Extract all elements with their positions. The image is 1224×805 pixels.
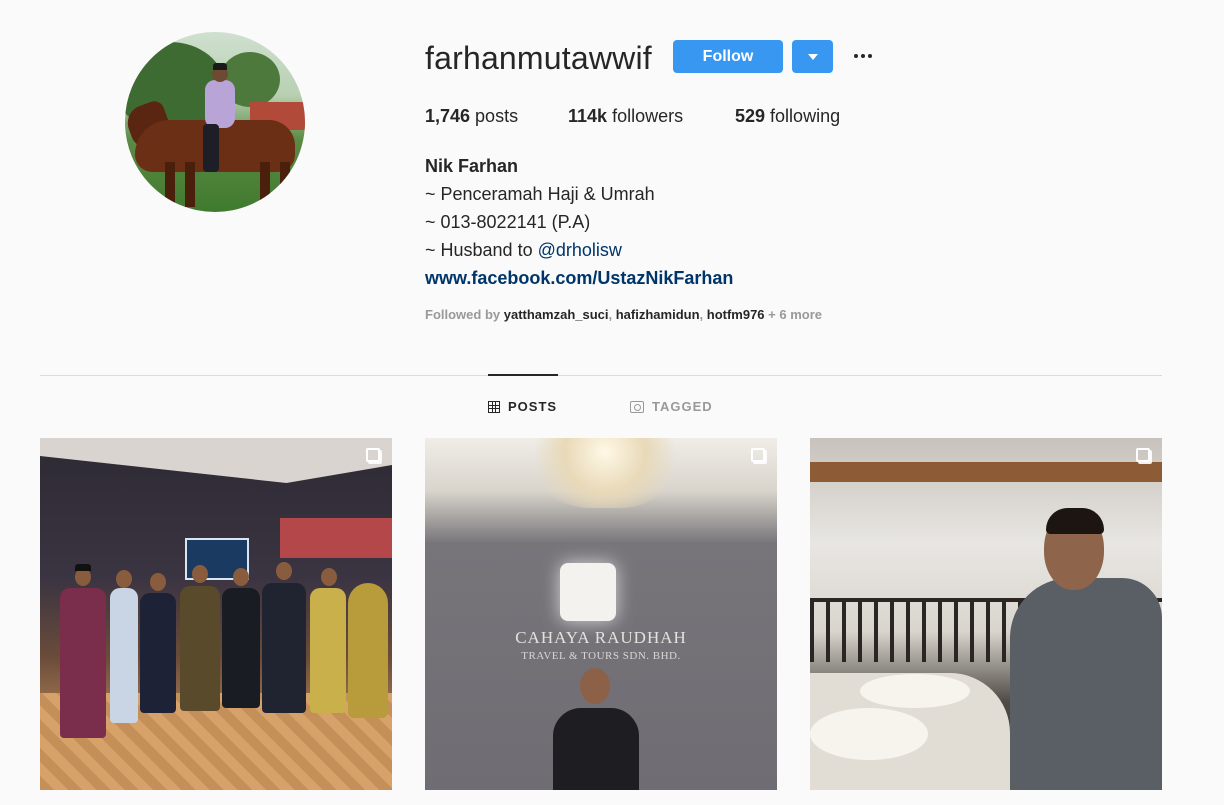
- post-image-person-head: [580, 668, 610, 704]
- followed-by[interactable]: Followed by yatthamzah_suci, hafizhamidu…: [425, 306, 822, 324]
- follow-button[interactable]: Follow: [673, 40, 783, 73]
- more-options-button[interactable]: [850, 42, 876, 70]
- post-image-person-head: [276, 562, 292, 580]
- post-image-stage: [280, 518, 392, 558]
- multiple-images-icon: [366, 448, 380, 462]
- avatar-rider-hat: [213, 63, 227, 70]
- avatar-horse-leg: [280, 162, 290, 207]
- tab-tagged[interactable]: TAGGED: [630, 399, 713, 414]
- post-image-person-hat: [75, 564, 91, 571]
- post-thumbnail[interactable]: [810, 438, 1162, 790]
- bio-mention-link[interactable]: @drholisw: [538, 240, 622, 260]
- bio-line-text: ~ Husband to: [425, 240, 538, 260]
- post-image-person: [262, 583, 306, 713]
- following-link[interactable]: 529 following: [735, 104, 840, 128]
- post-image-plate: [860, 674, 970, 708]
- avatar-horse-leg: [185, 162, 195, 207]
- more-dot-icon: [868, 54, 872, 58]
- post-image-person-head: [192, 565, 208, 583]
- post-image-person-head: [233, 568, 249, 586]
- avatar-horse-leg: [260, 162, 270, 207]
- post-image-person: [310, 588, 346, 713]
- profile-username: farhanmutawwif: [425, 40, 652, 76]
- following-count-value: 529: [735, 106, 766, 126]
- post-image-person: [140, 593, 176, 713]
- grid-icon: [488, 400, 500, 413]
- profile-website-link[interactable]: www.facebook.com/UstazNikFarhan: [425, 264, 733, 292]
- more-dot-icon: [854, 54, 858, 58]
- active-tab-indicator: [488, 374, 558, 376]
- posts-count: 1,746 posts: [425, 104, 518, 128]
- bio-line: ~ Penceramah Haji & Umrah: [425, 184, 655, 204]
- followed-by-user: yatthamzah_suci: [503, 307, 609, 322]
- post-image-plate: [810, 708, 928, 760]
- followers-count-label: followers: [607, 106, 684, 126]
- profile-full-name: Nik Farhan: [425, 156, 519, 176]
- post-image-person: [553, 708, 639, 790]
- post-image-sign-text: CAHAYA RAUDHAH: [515, 628, 687, 647]
- post-image-person: [110, 588, 138, 723]
- followed-by-prefix: Followed by: [425, 307, 504, 322]
- followed-by-user: hafizhamidun: [615, 307, 700, 322]
- post-image-person: [348, 583, 388, 718]
- post-image-ceiling: [40, 438, 392, 483]
- posts-count-label: posts: [470, 106, 519, 126]
- more-dot-icon: [861, 54, 865, 58]
- tab-posts-label: POSTS: [508, 399, 558, 414]
- followers-link[interactable]: 114k followers: [568, 104, 683, 128]
- chevron-down-icon: [807, 53, 818, 60]
- posts-count-value: 1,746: [425, 106, 471, 126]
- post-image-sign-subtext: TRAVEL & TOURS SDN. BHD.: [521, 650, 681, 662]
- followers-count-value: 114k: [568, 106, 608, 126]
- post-image-roof-beam: [810, 462, 1162, 482]
- followed-by-user: hotfm976: [706, 307, 765, 322]
- post-image-person: [1010, 578, 1162, 790]
- profile-bio: Nik Farhan ~ Penceramah Haji & Umrah ~ 0…: [425, 152, 733, 292]
- profile-avatar[interactable]: [125, 32, 305, 212]
- tab-posts[interactable]: POSTS: [488, 399, 557, 414]
- avatar-rider-leg: [203, 124, 219, 172]
- post-image-person-hair: [1046, 508, 1104, 534]
- post-image-person: [60, 588, 106, 738]
- post-thumbnail[interactable]: [40, 438, 392, 790]
- multiple-images-icon: [1136, 448, 1150, 462]
- post-image-person: [222, 588, 260, 708]
- avatar-rider: [205, 80, 235, 128]
- tabs-divider: [40, 375, 1162, 376]
- post-image-person-head: [150, 573, 166, 591]
- avatar-horse-leg: [165, 162, 175, 207]
- post-image-chandelier: [520, 438, 690, 508]
- followed-by-more: + 6 more: [764, 307, 822, 322]
- suggested-accounts-button[interactable]: [792, 40, 833, 73]
- following-count-label: following: [765, 106, 841, 126]
- post-thumbnail[interactable]: CAHAYA RAUDHAH TRAVEL & TOURS SDN. BHD.: [425, 438, 777, 790]
- post-image-company-logo: [560, 563, 616, 621]
- bio-line: ~ Husband to @drholisw: [425, 236, 733, 264]
- tagged-icon: [630, 400, 644, 413]
- post-image-person-head: [116, 570, 132, 588]
- multiple-images-icon: [751, 448, 765, 462]
- tab-tagged-label: TAGGED: [652, 399, 713, 414]
- post-image-person: [180, 586, 220, 711]
- post-image-person-head: [321, 568, 337, 586]
- bio-line: ~ 013-8022141 (P.A): [425, 212, 591, 232]
